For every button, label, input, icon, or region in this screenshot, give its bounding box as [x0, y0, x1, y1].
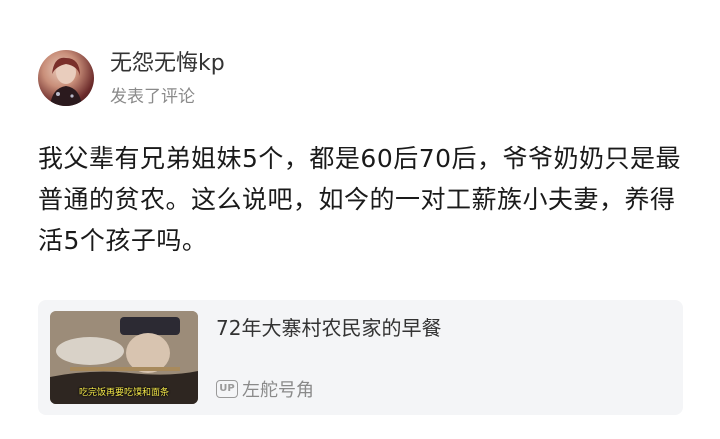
comment-post: 无怨无悔kp 发表了评论 我父辈有兄弟姐妹5个，都是60后70后，爷爷奶奶只是最… — [0, 0, 720, 439]
video-card[interactable]: 吃完饭再要吃馍和面条 72年大寨村农民家的早餐 UP 左舵号角 — [38, 300, 683, 415]
post-action: 发表了评论 — [110, 87, 195, 107]
video-title[interactable]: 72年大寨村农民家的早餐 — [216, 314, 441, 342]
bottom-fade — [0, 415, 720, 439]
comment-text: 我父辈有兄弟姐妹5个，都是60后70后，爷爷奶奶只是最普通的贫农。这么说吧，如今… — [38, 144, 682, 255]
avatar[interactable] — [38, 50, 94, 106]
thumbnail-caption: 吃完饭再要吃馍和面条 — [78, 388, 169, 398]
video-author-row[interactable]: UP 左舵号角 — [216, 376, 314, 402]
video-author[interactable]: 左舵号角 — [242, 376, 314, 402]
video-thumbnail[interactable]: 吃完饭再要吃馍和面条 — [50, 311, 198, 404]
avatar-image — [50, 57, 82, 106]
username[interactable]: 无怨无悔kp — [110, 50, 225, 78]
up-badge-icon: UP — [216, 380, 238, 398]
